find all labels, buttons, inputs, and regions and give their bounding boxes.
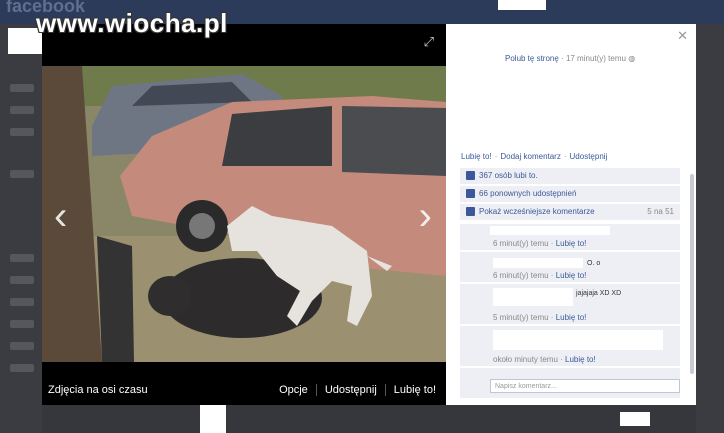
bg-nav-item xyxy=(10,170,34,178)
viewer-bottom-bar: Zdjęcia na osi czasu Opcje Udostępnij Lu… xyxy=(42,372,446,402)
close-icon[interactable]: ✕ xyxy=(677,28,688,44)
photo[interactable] xyxy=(42,66,446,362)
photo-viewer: ⤢ ‹ › Zdjęcia na osi czasu Opcje Udostęp… xyxy=(42,24,446,405)
bg-nav-item xyxy=(10,254,34,262)
redacted-name xyxy=(490,226,610,235)
share-link[interactable]: Udostępnij xyxy=(570,152,608,161)
redacted-name xyxy=(493,288,573,306)
comment-meta: 5 minut(y) temu · Lubię to! xyxy=(493,313,587,322)
comment: O. o 6 minut(y) temu · Lubię to! xyxy=(460,252,680,282)
like-button[interactable]: Lubię to! xyxy=(394,384,436,396)
comment-like-link[interactable]: Lubię to! xyxy=(565,355,596,364)
bg-nav-item xyxy=(10,342,34,350)
background-left-column xyxy=(0,24,42,433)
like-page-link[interactable]: Polub tę stronę xyxy=(505,54,559,63)
bg-nav-item xyxy=(10,276,34,284)
options-button[interactable]: Opcje xyxy=(279,384,308,396)
comment-input[interactable]: Napisz komentarz... xyxy=(490,379,680,393)
bg-nav-item xyxy=(10,364,34,372)
comment-time: 5 minut(y) temu xyxy=(493,313,549,322)
shares-row[interactable]: 66 ponownych udostępnień xyxy=(460,186,680,202)
comment-meta: około minuty temu · Lubię to! xyxy=(493,355,596,364)
comment: około minuty temu · Lubię to! xyxy=(460,326,680,366)
show-comments-row[interactable]: Pokaż wcześniejsze komentarze 5 na 51 xyxy=(460,204,680,220)
comment-count: 5 na 51 xyxy=(647,207,674,216)
likes-count[interactable]: 367 osób lubi to. xyxy=(479,171,538,180)
share-button[interactable]: Udostępnij xyxy=(325,384,377,396)
photo-image xyxy=(42,66,446,362)
redacted-block xyxy=(200,405,226,433)
background-right-column xyxy=(696,24,724,433)
share-icon xyxy=(466,189,475,199)
comment-time: 6 minut(y) temu xyxy=(493,271,549,280)
previous-photo-arrow-icon[interactable]: ‹ xyxy=(54,194,67,239)
background-bottom xyxy=(42,404,696,433)
comment-like-link[interactable]: Lubię to! xyxy=(556,239,587,248)
bg-nav-item xyxy=(10,128,34,136)
thumbs-up-icon xyxy=(466,171,475,181)
comment-meta: 6 minut(y) temu · Lubię to! xyxy=(493,239,587,248)
comment-like-link[interactable]: Lubię to! xyxy=(556,271,587,280)
separator xyxy=(384,384,386,396)
comment: 6 minut(y) temu · Lubię to! xyxy=(460,224,680,250)
add-comment-link[interactable]: Dodaj komentarz xyxy=(500,152,560,161)
redacted-name xyxy=(493,258,583,268)
bg-nav-item xyxy=(10,106,34,114)
photo-details-panel: ✕ Polub tę stronę · 17 minut(y) temu ◍ L… xyxy=(446,24,696,405)
fullscreen-icon[interactable]: ⤢ xyxy=(424,34,434,50)
comment-text: O. o xyxy=(587,260,601,267)
album-title[interactable]: Zdjęcia na osi czasu xyxy=(48,384,148,396)
show-earlier-comments[interactable]: Pokaż wcześniejsze komentarze xyxy=(479,207,595,216)
bg-nav-item xyxy=(10,84,34,92)
separator xyxy=(315,384,317,396)
post-time-text: 17 minut(y) temu xyxy=(565,54,626,63)
comment: jajajaja XD XD 5 minut(y) temu · Lubię t… xyxy=(460,284,680,324)
comment-meta: 6 minut(y) temu · Lubię to! xyxy=(493,271,587,280)
comment-icon xyxy=(466,207,475,217)
redacted-block xyxy=(620,412,650,426)
comment-like-link[interactable]: Lubię to! xyxy=(556,313,587,322)
scrollbar[interactable] xyxy=(690,174,694,374)
comment-time: około minuty temu xyxy=(493,355,558,364)
comment-text: jajajaja XD XD xyxy=(576,290,622,297)
like-link[interactable]: Lubię to! xyxy=(461,152,492,161)
next-photo-arrow-icon[interactable]: › xyxy=(419,194,432,239)
bg-nav-item xyxy=(10,298,34,306)
like-page-row: Polub tę stronę · 17 minut(y) temu ◍ xyxy=(505,54,635,63)
post-time: · 17 minut(y) temu ◍ xyxy=(561,54,636,63)
redacted-name xyxy=(493,330,663,350)
watermark-logo: www.wiocha.pl xyxy=(36,8,228,38)
comment-time: 6 minut(y) temu xyxy=(493,239,549,248)
likes-row[interactable]: 367 osób lubi to. xyxy=(460,168,680,184)
shares-count[interactable]: 66 ponownych udostępnień xyxy=(479,189,576,198)
redacted-block xyxy=(498,0,546,10)
bg-nav-item xyxy=(10,320,34,328)
photo-actions: Opcje Udostępnij Lubię to! xyxy=(279,384,436,396)
post-actions: Lubię to! · Dodaj komentarz · Udostępnij xyxy=(461,152,608,161)
